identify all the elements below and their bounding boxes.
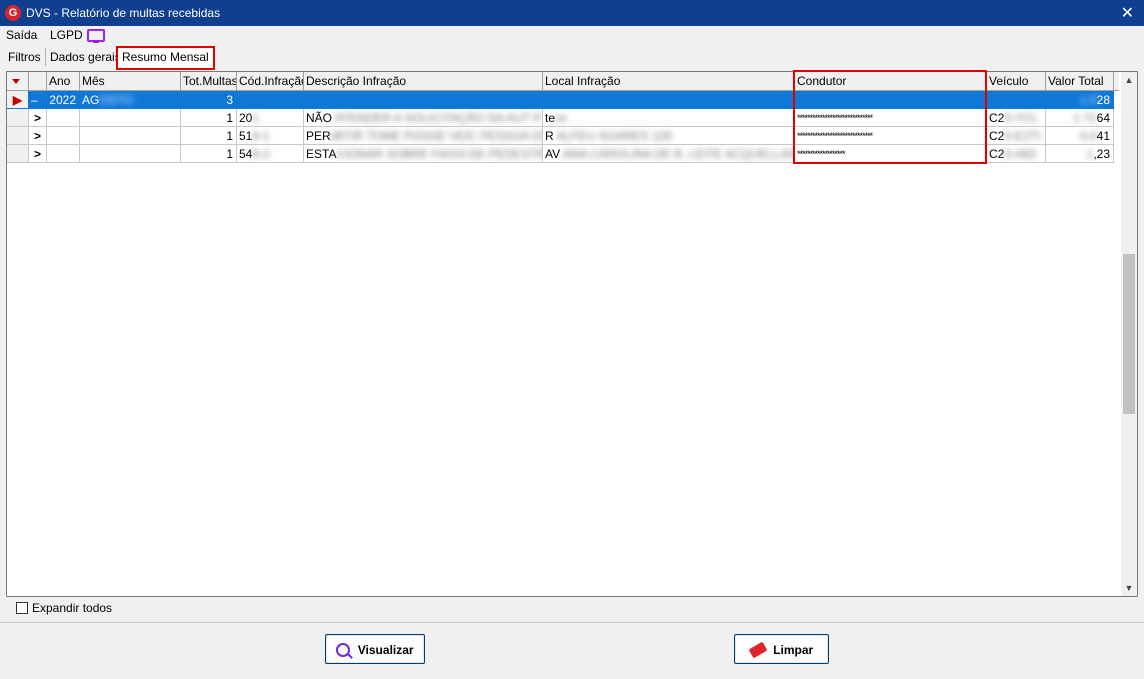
expand-chevron-icon[interactable]: > (29, 127, 47, 145)
monitor-icon[interactable] (87, 29, 105, 43)
table-row[interactable]: ▶ – 2022 AGOSTO 3 1.028 (7, 91, 1119, 109)
col-cod-infracao[interactable]: Cód.Infração (237, 72, 304, 90)
scroll-up-icon[interactable]: ▲ (1121, 72, 1137, 88)
tab-bar: Filtros Dados gerais Resumo Mensal (0, 44, 1144, 70)
sort-indicator-header[interactable] (7, 72, 29, 90)
row-pointer-icon: ▶ (7, 91, 29, 109)
scroll-thumb[interactable] (1123, 254, 1135, 414)
cell-descricao (304, 91, 543, 109)
col-tot-multas[interactable]: Tot.Multas (181, 72, 237, 90)
cell-descricao: ESTACIONAR SOBRE FAIXA DE PEDESTRES (304, 145, 543, 163)
col-ano[interactable]: Ano (47, 72, 80, 90)
tab-filtros[interactable]: Filtros (4, 48, 46, 66)
expander-header (29, 72, 47, 90)
cell-ano (47, 127, 80, 145)
title-bar: G DVS - Relatório de multas recebidas ✕ (0, 0, 1144, 26)
cell-veiculo: C20-A82 (987, 145, 1046, 163)
cell-local: R ALFEU SOARES 128 (543, 127, 795, 145)
menu-lgpd[interactable]: LGPD (50, 28, 83, 42)
vertical-scrollbar[interactable]: ▲ ▼ (1121, 72, 1137, 596)
cell-condutor: ******************* (795, 145, 987, 163)
col-local[interactable]: Local Infração (543, 72, 795, 90)
grid-header: Ano Mês Tot.Multas Cód.Infração Descriçã… (7, 72, 1119, 91)
limpar-button[interactable]: Limpar (734, 634, 829, 664)
cell-veiculo: C20-E2TI (987, 127, 1046, 145)
cell-mes: AGOSTO (80, 91, 181, 109)
cell-mes (80, 145, 181, 163)
cell-ano: 2022 (47, 91, 80, 109)
cell-tot-multas: 1 (181, 145, 237, 163)
menu-bar: Saída LGPD (0, 26, 1144, 44)
cell-veiculo: C20-YCL (987, 109, 1046, 127)
expand-chevron-icon[interactable]: > (29, 109, 47, 127)
footer-bar: Visualizar Limpar (0, 622, 1144, 679)
eraser-icon (748, 641, 768, 659)
cell-descricao: NÃO ATENDER A SOLICITAÇÃO DA AUT P. (304, 109, 543, 127)
tab-resumo-mensal[interactable]: Resumo Mensal (116, 46, 215, 70)
cell-local: AV ANA CAROLINA DE B. LEITE ACQUELLANE..… (543, 145, 795, 163)
expand-chevron-icon[interactable]: > (29, 145, 47, 163)
row-indicator (7, 145, 29, 163)
cell-ano (47, 109, 80, 127)
cell-cod: 201 (237, 109, 304, 127)
cell-mes (80, 127, 181, 145)
cell-mes (80, 109, 181, 127)
cell-tot-multas: 1 (181, 109, 237, 127)
col-condutor[interactable]: Condutor (795, 72, 987, 90)
cell-local: texx (543, 109, 795, 127)
col-valor-total[interactable]: Valor Total (1046, 72, 1114, 90)
cell-valor-total: 0.641 (1046, 127, 1114, 145)
cell-ano (47, 145, 80, 163)
sort-down-icon (12, 79, 20, 84)
cell-local (543, 91, 795, 109)
cell-veiculo (987, 91, 1046, 109)
cell-condutor (795, 91, 987, 109)
cell-valor-total: 1.7264 (1046, 109, 1114, 127)
cell-tot-multas: 1 (181, 127, 237, 145)
menu-saida[interactable]: Saída (6, 28, 37, 42)
magnifier-icon (336, 642, 351, 657)
app-logo-icon: G (5, 5, 21, 21)
cell-descricao: PERMITIR TOME POSSE VEIC PESSOA DIVA (304, 127, 543, 145)
close-icon[interactable]: ✕ (1121, 3, 1134, 23)
cell-valor-total: 1.028 (1046, 91, 1114, 109)
cell-valor-total: 1,23 (1046, 145, 1114, 163)
row-indicator (7, 127, 29, 145)
expand-all-checkbox[interactable] (16, 602, 28, 614)
col-veiculo[interactable]: Veículo (987, 72, 1046, 90)
cell-cod: 518-1 (237, 127, 304, 145)
cell-cod (237, 91, 304, 109)
visualizar-button[interactable]: Visualizar (325, 634, 425, 664)
cell-cod: 546-2 (237, 145, 304, 163)
cell-condutor: ****************************** (795, 127, 987, 145)
data-grid: Ano Mês Tot.Multas Cód.Infração Descriçã… (6, 70, 1138, 597)
collapse-toggle[interactable]: – (29, 91, 47, 109)
table-row[interactable]: > 1 201 NÃO ATENDER A SOLICITAÇÃO DA AUT… (7, 109, 1119, 127)
window-title: DVS - Relatório de multas recebidas (26, 6, 221, 20)
col-mes[interactable]: Mês (80, 72, 181, 90)
scroll-down-icon[interactable]: ▼ (1121, 580, 1137, 596)
col-descricao[interactable]: Descrição Infração (304, 72, 543, 90)
cell-tot-multas: 3 (181, 91, 237, 109)
row-indicator (7, 109, 29, 127)
table-row[interactable]: > 1 546-2 ESTACIONAR SOBRE FAIXA DE PEDE… (7, 145, 1119, 163)
table-row[interactable]: > 1 518-1 PERMITIR TOME POSSE VEIC PESSO… (7, 127, 1119, 145)
expand-all-label: Expandir todos (32, 601, 113, 615)
tab-dados-gerais[interactable]: Dados gerais (46, 48, 126, 66)
cell-condutor: ****************************** (795, 109, 987, 127)
